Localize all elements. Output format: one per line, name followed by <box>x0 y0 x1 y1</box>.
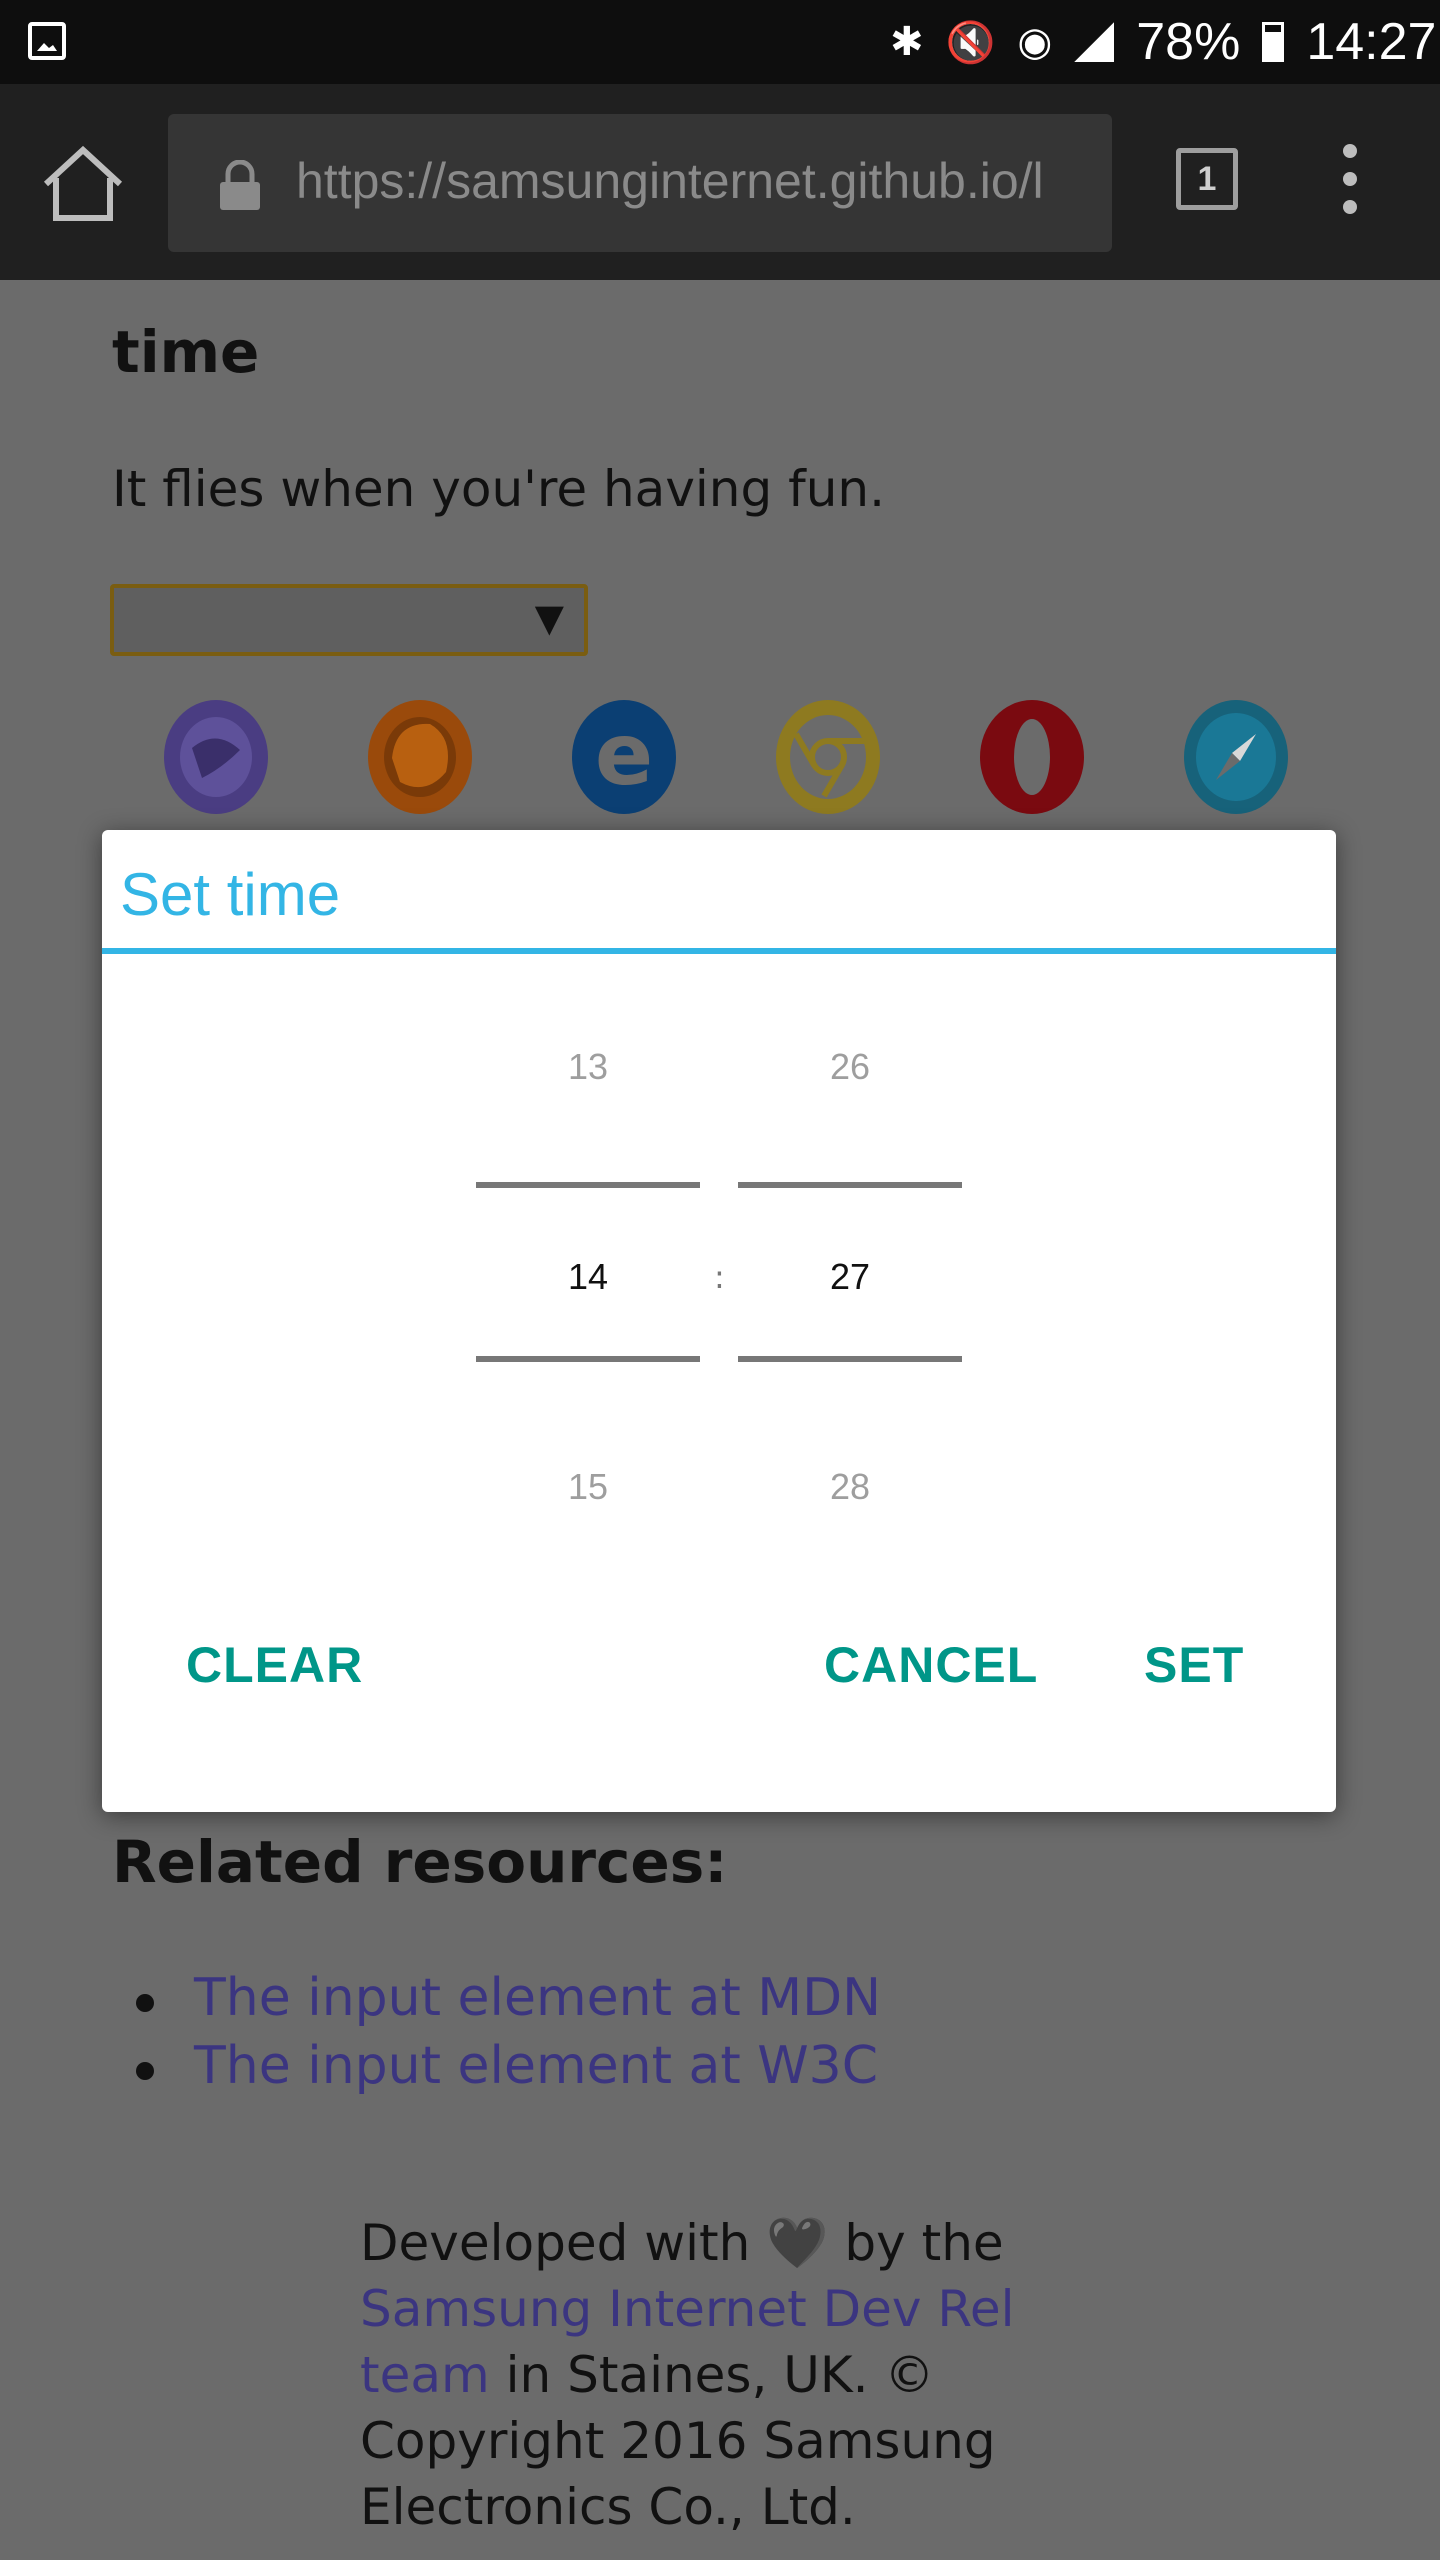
dropdown-arrow-icon: ▼ <box>534 596 564 640</box>
minute-line-bottom <box>738 1356 962 1362</box>
opera-icon <box>980 700 1084 814</box>
svg-text:e: e <box>595 705 653 805</box>
more-menu-icon[interactable] <box>1338 144 1362 224</box>
hour-next[interactable]: 15 <box>476 1466 700 1508</box>
safari-icon <box>1184 700 1288 814</box>
hour-line-bottom <box>476 1356 700 1362</box>
footer-prefix: Developed with <box>360 2214 751 2272</box>
minute-current[interactable]: 27 <box>738 1256 962 1298</box>
tabs-button[interactable]: 1 <box>1176 148 1238 210</box>
lock-icon <box>220 160 260 210</box>
bluetooth-icon: ✱ <box>890 19 924 65</box>
dialog-title: Set time <box>120 861 341 928</box>
footer-by: by the <box>844 2214 1004 2272</box>
minute-line-top <box>738 1182 962 1188</box>
wifi-icon: ◉ <box>1017 19 1053 65</box>
page-title: time <box>112 318 260 386</box>
hour-current[interactable]: 14 <box>476 1256 700 1298</box>
hour-prev[interactable]: 13 <box>476 1046 700 1088</box>
firefox-icon <box>368 700 472 814</box>
status-bar: ✱ 🔇 ◉ 78% 14:27 <box>0 0 1440 84</box>
browser-support-icons: e <box>162 698 1302 818</box>
url-text[interactable]: https://samsunginternet.github.io/l <box>296 152 1086 210</box>
heart-icon: 🖤 <box>766 2214 829 2272</box>
related-heading: Related resources: <box>112 1828 728 1896</box>
home-icon[interactable] <box>40 144 126 224</box>
cancel-button[interactable]: CANCEL <box>824 1636 1038 1694</box>
page-description: It flies when you're having fun. <box>112 460 885 518</box>
browser-toolbar: https://samsunginternet.github.io/l 1 <box>0 84 1440 280</box>
battery-icon <box>1262 22 1285 62</box>
signal-icon <box>1074 22 1115 62</box>
time-input[interactable]: ▼ <box>110 584 588 656</box>
link-mdn[interactable]: The input element at MDN <box>135 1968 881 2036</box>
gallery-icon <box>28 22 66 60</box>
battery-percent: 78% <box>1136 13 1241 71</box>
url-bar[interactable]: https://samsunginternet.github.io/l <box>168 114 1112 252</box>
clear-button[interactable]: CLEAR <box>186 1636 363 1694</box>
dialog-divider <box>102 948 1336 954</box>
set-time-dialog: Set time 13 14 15 : 26 27 28 CLEAR CANCE… <box>102 830 1336 1812</box>
mute-icon: 🔇 <box>945 19 996 66</box>
hour-line-top <box>476 1182 700 1188</box>
status-icons: ✱ 🔇 ◉ 78% 14:27 <box>890 13 1437 71</box>
related-links: The input element at MDN The input eleme… <box>135 1968 881 2104</box>
clock: 14:27 <box>1306 13 1437 71</box>
chrome-icon <box>776 700 880 814</box>
edge-icon: e <box>572 700 676 814</box>
minute-next[interactable]: 28 <box>738 1466 962 1508</box>
footer: Developed with 🖤 by the Samsung Internet… <box>360 2210 1060 2540</box>
samsung-internet-icon <box>164 700 268 814</box>
set-button[interactable]: SET <box>1144 1636 1244 1694</box>
minute-prev[interactable]: 26 <box>738 1046 962 1088</box>
time-separator: : <box>714 1258 725 1296</box>
link-w3c[interactable]: The input element at W3C <box>135 2036 881 2104</box>
